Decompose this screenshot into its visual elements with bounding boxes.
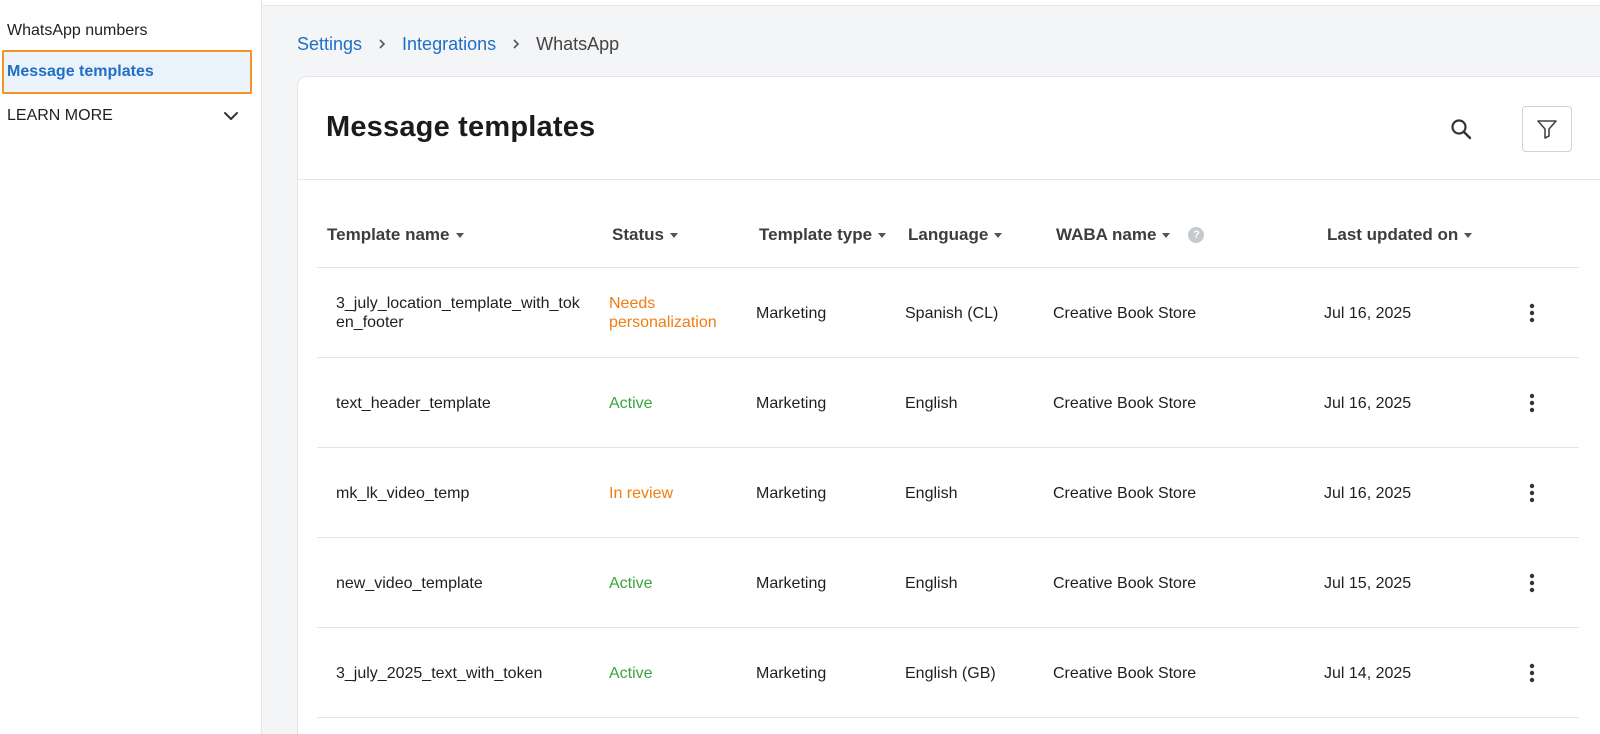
column-header-template-type[interactable]: Template type: [759, 225, 887, 245]
search-icon: [1451, 119, 1472, 140]
sidebar-item-label: WhatsApp numbers: [7, 22, 148, 39]
chevron-right-icon: [379, 39, 386, 49]
cell-waba-name: Creative Book Store: [1053, 394, 1197, 412]
cell-template-type: Marketing: [756, 664, 827, 682]
cell-template-name[interactable]: mk_lk_video_temp: [336, 448, 586, 538]
chevron-down-icon: [224, 112, 238, 120]
cell-last-updated: Jul 16, 2025: [1324, 484, 1412, 502]
cell-status: Needs personalization: [609, 295, 717, 331]
sidebar-item-whatsapp-numbers[interactable]: WhatsApp numbers: [2, 9, 252, 53]
cell-status: Active: [609, 574, 653, 592]
column-header-status[interactable]: Status: [612, 225, 678, 245]
templates-card: Message templates Template name Status T…: [297, 76, 1600, 734]
page-title: Message templates: [326, 111, 596, 143]
cell-template-name[interactable]: 3_july_location_template_with_token_foot…: [336, 268, 586, 358]
breadcrumb-settings[interactable]: Settings: [297, 34, 362, 55]
row-menu-button[interactable]: [1517, 358, 1547, 448]
table-row[interactable]: text_header_template Active Marketing En…: [317, 358, 1579, 448]
cell-last-updated: Jul 15, 2025: [1324, 574, 1412, 592]
breadcrumb: Settings Integrations WhatsApp: [297, 33, 619, 55]
cell-waba-name: Creative Book Store: [1053, 484, 1197, 502]
column-label: Language: [908, 225, 989, 244]
more-vertical-icon: [1529, 483, 1535, 503]
cell-language: English (GB): [905, 664, 996, 682]
cell-template-name[interactable]: text_header_template: [336, 358, 586, 448]
cell-language: English: [905, 394, 958, 412]
cell-last-updated: Jul 16, 2025: [1324, 394, 1412, 412]
cell-waba-name: Creative Book Store: [1053, 574, 1197, 592]
sidebar-item-label: Message templates: [7, 63, 154, 80]
column-header-language[interactable]: Language: [908, 225, 1003, 245]
cell-status: Active: [609, 394, 653, 412]
cell-template-name[interactable]: 3_july_2025_text_with_token: [336, 628, 586, 718]
row-menu-button[interactable]: [1517, 538, 1547, 628]
filter-button[interactable]: [1522, 106, 1572, 152]
cell-language: English: [905, 484, 958, 502]
row-menu-button[interactable]: [1517, 628, 1547, 718]
table-header: Template name Status Template type Langu…: [317, 181, 1579, 268]
cell-template-type: Marketing: [756, 484, 827, 502]
chevron-right-icon: [513, 39, 520, 49]
sort-caret-icon: [1464, 232, 1473, 238]
cell-language: English: [905, 574, 958, 592]
column-label: Template name: [327, 225, 450, 244]
column-header-template-name[interactable]: Template name: [327, 225, 464, 245]
more-vertical-icon: [1529, 663, 1535, 683]
templates-table: Template name Status Template type Langu…: [317, 181, 1579, 718]
cell-last-updated: Jul 14, 2025: [1324, 664, 1412, 682]
sidebar-item-label: LEARN MORE: [7, 107, 113, 124]
column-header-waba-name[interactable]: WABA name ?: [1056, 225, 1205, 245]
cell-template-type: Marketing: [756, 394, 827, 412]
sort-caret-icon: [878, 232, 887, 238]
cell-template-name[interactable]: new_video_template: [336, 538, 586, 628]
top-strip: [263, 0, 1600, 6]
cell-status: In review: [609, 484, 674, 502]
cell-template-type: Marketing: [756, 574, 827, 592]
sort-caret-icon: [994, 232, 1003, 238]
column-header-last-updated[interactable]: Last updated on: [1327, 225, 1473, 245]
sort-caret-icon: [1162, 232, 1171, 238]
search-button[interactable]: [1445, 113, 1477, 145]
sort-caret-icon: [669, 232, 678, 238]
column-label: Status: [612, 225, 664, 244]
sidebar: WhatsApp numbers Message templates LEARN…: [0, 0, 262, 734]
cell-template-type: Marketing: [756, 304, 827, 322]
column-label: Last updated on: [1327, 225, 1459, 244]
cell-waba-name: Creative Book Store: [1053, 304, 1197, 322]
card-header: Message templates: [298, 77, 1600, 180]
cell-status: Active: [609, 664, 653, 682]
table-row[interactable]: 3_july_2025_text_with_token Active Marke…: [317, 628, 1579, 718]
breadcrumb-whatsapp: WhatsApp: [536, 33, 620, 54]
more-vertical-icon: [1529, 573, 1535, 593]
table-body: 3_july_location_template_with_token_foot…: [317, 268, 1579, 718]
column-label: WABA name: [1056, 225, 1157, 244]
row-menu-button[interactable]: [1517, 268, 1547, 358]
filter-icon: [1537, 120, 1557, 139]
table-row[interactable]: new_video_template Active Marketing Engl…: [317, 538, 1579, 628]
cell-language: Spanish (CL): [905, 304, 999, 322]
cell-last-updated: Jul 16, 2025: [1324, 304, 1412, 322]
sort-caret-icon: [455, 232, 464, 238]
help-icon[interactable]: ?: [1188, 227, 1205, 243]
table-row[interactable]: mk_lk_video_temp In review Marketing Eng…: [317, 448, 1579, 538]
cell-waba-name: Creative Book Store: [1053, 664, 1197, 682]
sidebar-item-learn-more[interactable]: LEARN MORE: [2, 94, 252, 138]
row-menu-button[interactable]: [1517, 448, 1547, 538]
column-label: Template type: [759, 225, 873, 244]
more-vertical-icon: [1529, 393, 1535, 413]
table-row[interactable]: 3_july_location_template_with_token_foot…: [317, 268, 1579, 358]
sidebar-item-message-templates[interactable]: Message templates: [2, 50, 252, 94]
breadcrumb-integrations[interactable]: Integrations: [402, 34, 496, 55]
more-vertical-icon: [1529, 303, 1535, 323]
